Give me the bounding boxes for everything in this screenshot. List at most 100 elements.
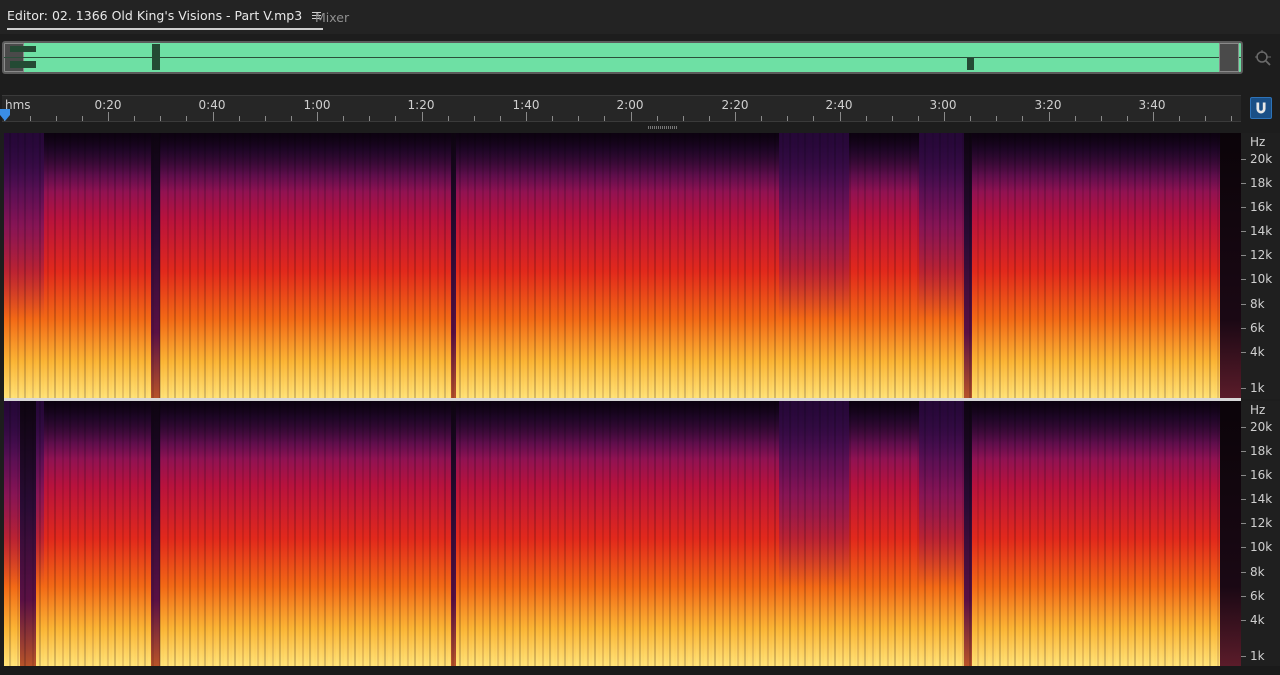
frequency-tick: [1241, 388, 1246, 389]
spectral-texture: [4, 133, 1241, 399]
ruler-minor-tick: [1179, 116, 1180, 121]
ruler-time-label: 2:00: [616, 98, 644, 112]
frequency-label: 12k: [1250, 516, 1273, 530]
frequency-axis-left[interactable]: Hz 20k 18k 16k 14k 12k 10k 8k 6k 4k 1k: [1241, 133, 1280, 399]
ruler-major-tick: [840, 112, 841, 121]
ruler-time-label: 0:40: [198, 98, 226, 112]
overview-waveform[interactable]: [2, 41, 1243, 74]
ruler-minor-tick: [134, 116, 135, 121]
frequency-axis-right[interactable]: Hz 20k 18k 16k 14k 12k 10k 8k 6k 4k 1k: [1241, 401, 1280, 666]
ruler-minor-tick: [56, 116, 57, 121]
ruler-time-label: 2:20: [721, 98, 749, 112]
tab-editor-label: Editor: 02. 1366 Old King's Visions - Pa…: [7, 8, 303, 23]
frequency-label: 10k: [1250, 272, 1273, 286]
ruler-minor-tick: [813, 116, 814, 121]
magnet-icon: [1256, 102, 1266, 114]
ruler-minor-tick: [657, 116, 658, 121]
ruler-time-label: 2:40: [825, 98, 853, 112]
frequency-label: 6k: [1250, 589, 1265, 603]
frequency-label: 1k: [1250, 649, 1265, 663]
frequency-unit-label: Hz: [1250, 403, 1266, 417]
ruler-minor-tick: [343, 116, 344, 121]
frequency-label: 10k: [1250, 540, 1273, 554]
ruler-minor-tick: [265, 116, 266, 121]
overview-waveform-gap: [967, 58, 974, 70]
spectrogram-channel-left[interactable]: [4, 133, 1241, 399]
ruler-minor-tick: [1205, 116, 1206, 121]
ruler-minor-tick: [82, 116, 83, 121]
frequency-label: 12k: [1250, 248, 1273, 262]
frequency-tick: [1241, 596, 1246, 597]
ruler-minor-tick: [604, 116, 605, 121]
overview-waveform-gap: [152, 44, 160, 70]
frequency-label: 20k: [1250, 420, 1273, 434]
ruler-minor-tick: [578, 116, 579, 121]
ruler-minor-tick: [683, 116, 684, 121]
frequency-label: 14k: [1250, 492, 1273, 506]
ruler-major-tick: [735, 112, 736, 121]
ruler-minor-tick: [186, 116, 187, 121]
frequency-tick: [1241, 207, 1246, 208]
frequency-unit-label: Hz: [1250, 135, 1266, 149]
ruler-time-label: 1:00: [303, 98, 331, 112]
spectral-end-silence: [1220, 133, 1241, 399]
ruler-time-label: 0:20: [94, 98, 122, 112]
ruler-minor-tick: [709, 116, 710, 121]
tab-mixer[interactable]: Mixer: [315, 10, 349, 25]
panel-splitter-handle[interactable]: [648, 126, 678, 129]
ruler-minor-tick: [1075, 116, 1076, 121]
ruler-minor-tick: [500, 116, 501, 121]
ruler-major-tick: [526, 112, 527, 121]
snap-toggle-button[interactable]: [1250, 97, 1272, 119]
ruler-minor-tick: [892, 116, 893, 121]
ruler-time-label: 3:20: [1034, 98, 1062, 112]
ruler-minor-tick: [866, 116, 867, 121]
frequency-tick: [1241, 451, 1246, 452]
ruler-minor-tick: [160, 116, 161, 121]
frequency-tick: [1241, 183, 1246, 184]
ruler-time-label: 3:00: [929, 98, 957, 112]
ruler-major-tick: [1049, 112, 1050, 121]
ruler-minor-tick: [239, 116, 240, 121]
frequency-label: 18k: [1250, 444, 1273, 458]
editor-bottom-edge: [0, 666, 1280, 675]
ruler-major-tick: [422, 112, 423, 121]
overview-right-handle[interactable]: [1219, 43, 1239, 72]
frequency-tick: [1241, 279, 1246, 280]
tab-editor[interactable]: Editor: 02. 1366 Old King's Visions - Pa…: [7, 8, 324, 30]
ruler-minor-tick: [30, 116, 31, 121]
ruler-time-label: 1:20: [407, 98, 435, 112]
zoom-to-fit-icon[interactable]: [1254, 49, 1272, 67]
ruler-minor-tick: [552, 116, 553, 121]
frequency-tick: [1241, 523, 1246, 524]
frequency-tick: [1241, 499, 1246, 500]
ruler-minor-tick: [1127, 116, 1128, 121]
frequency-tick: [1241, 328, 1246, 329]
frequency-label: 16k: [1250, 468, 1273, 482]
frequency-tick: [1241, 547, 1246, 548]
spectral-end-silence: [1220, 401, 1241, 666]
ruler-minor-tick: [448, 116, 449, 121]
spectrogram-channel-right[interactable]: [4, 401, 1241, 666]
ruler-minor-tick: [369, 116, 370, 121]
spectral-texture: [4, 401, 1241, 666]
ruler-minor-tick: [1101, 116, 1102, 121]
frequency-tick: [1241, 475, 1246, 476]
frequency-tick: [1241, 427, 1246, 428]
frequency-tick: [1241, 159, 1246, 160]
ruler-major-tick: [631, 112, 632, 121]
frequency-tick: [1241, 620, 1246, 621]
frequency-label: 8k: [1250, 565, 1265, 579]
frequency-tick: [1241, 231, 1246, 232]
ruler-minor-tick: [996, 116, 997, 121]
time-ruler[interactable]: hms 0:20 0:40 1:00 1:20 1:40 2:00 2:20 2:40 3:00…: [2, 95, 1241, 122]
frequency-label: 14k: [1250, 224, 1273, 238]
ruler-major-tick: [317, 112, 318, 121]
ruler-minor-tick: [787, 116, 788, 121]
ruler-time-label: 3:40: [1138, 98, 1166, 112]
playhead-marker[interactable]: [0, 109, 10, 121]
ruler-minor-tick: [918, 116, 919, 121]
frequency-label: 4k: [1250, 345, 1265, 359]
ruler-minor-tick: [970, 116, 971, 121]
frequency-label: 16k: [1250, 200, 1273, 214]
